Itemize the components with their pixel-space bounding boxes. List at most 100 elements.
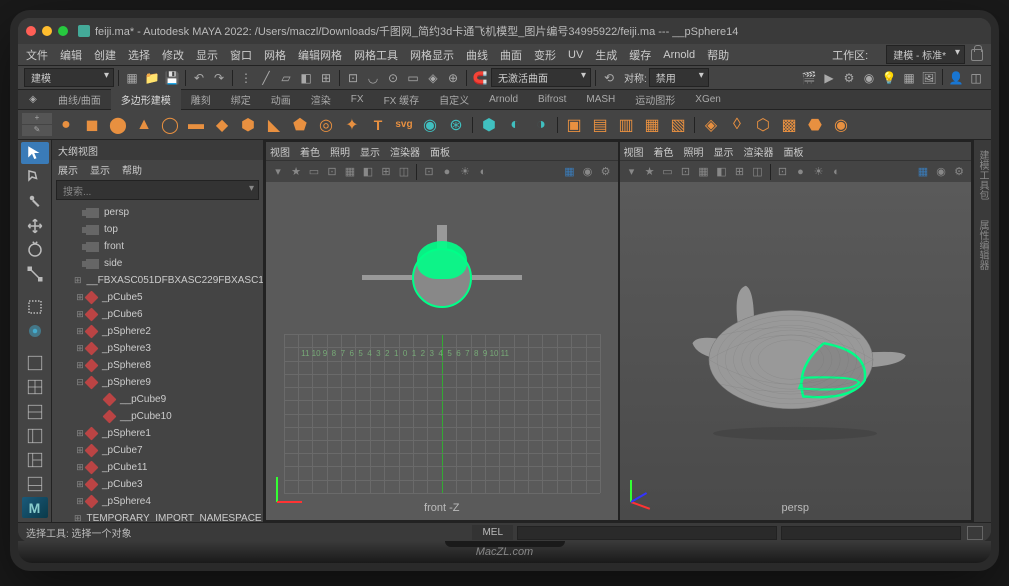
retopo-icon[interactable]: ⬡ <box>751 113 775 137</box>
render-view-icon[interactable]: 🖼 <box>920 69 938 87</box>
mel-label[interactable]: MEL <box>472 525 513 540</box>
poly-pyramid-icon[interactable]: ◣ <box>262 113 286 137</box>
shelf-tab-mash[interactable]: MASH <box>576 91 625 108</box>
command-input[interactable] <box>517 526 777 540</box>
target-weld-icon[interactable]: ▧ <box>666 113 690 137</box>
bridge-icon[interactable]: ▤ <box>588 113 612 137</box>
live-surface-icon[interactable]: 🧲 <box>471 69 489 87</box>
vp2-bookmark-icon[interactable]: ★ <box>642 164 658 180</box>
vp1-image-plane-icon[interactable]: ▭ <box>306 164 322 180</box>
undo-icon[interactable]: ↶ <box>190 69 208 87</box>
vp2-canvas[interactable]: persp <box>620 182 972 520</box>
vp2-menu-panels[interactable]: 面板 <box>784 144 804 159</box>
menu-help[interactable]: 帮助 <box>707 47 729 63</box>
symmetry-dropdown[interactable]: 禁用 <box>649 68 709 87</box>
outliner-menu-display[interactable]: 展示 <box>58 162 78 177</box>
shelf-add-icon[interactable]: + <box>22 113 52 124</box>
ipr-icon[interactable]: ▶ <box>820 69 838 87</box>
poly-cube-icon[interactable]: ◼ <box>80 113 104 137</box>
vp1-menu-show[interactable]: 显示 <box>360 144 380 159</box>
tree-item[interactable]: ⊞__FBXASC051DFBXASC229FBXASC1... <box>52 272 263 289</box>
vp2-xray-icon[interactable]: ▦ <box>915 164 931 180</box>
shelf-tab-xgen[interactable]: XGen <box>685 91 731 108</box>
lock-icon[interactable] <box>971 49 983 61</box>
menu-cache[interactable]: 缓存 <box>629 47 651 63</box>
select-object-icon[interactable]: ◧ <box>297 69 315 87</box>
account-icon[interactable]: 👤 <box>947 69 965 87</box>
tree-item[interactable]: __pCube10 <box>52 408 263 425</box>
render-setup-icon[interactable]: ▦ <box>900 69 918 87</box>
outliner-search-input[interactable]: 搜索... <box>56 180 259 200</box>
two-pane-v-icon[interactable] <box>21 401 49 423</box>
poly-disc-icon[interactable]: ◆ <box>210 113 234 137</box>
vp1-lights-icon[interactable]: ☀ <box>457 164 473 180</box>
menu-select[interactable]: 选择 <box>128 47 150 63</box>
menu-arnold[interactable]: Arnold <box>663 49 695 61</box>
shelf-tab-curves[interactable]: 曲线/曲面 <box>48 89 111 110</box>
mirror-icon[interactable]: ◊ <box>725 113 749 137</box>
menu-window[interactable]: 窗口 <box>230 47 252 63</box>
snap-curve-icon[interactable]: ◡ <box>364 69 382 87</box>
menu-file[interactable]: 文件 <box>26 47 48 63</box>
vp2-menu-lighting[interactable]: 照明 <box>684 144 704 159</box>
close-window-button[interactable] <box>26 26 36 36</box>
snap-center-icon[interactable]: ⊕ <box>444 69 462 87</box>
new-scene-icon[interactable]: ▦ <box>123 69 141 87</box>
vp2-menu-view[interactable]: 视图 <box>624 144 644 159</box>
vp2-film-gate-icon[interactable]: ⊡ <box>678 164 694 180</box>
vp1-wireframe-icon[interactable]: ⊡ <box>421 164 437 180</box>
snap-live-icon[interactable]: ◈ <box>424 69 442 87</box>
snap-point-icon[interactable]: ⊙ <box>384 69 402 87</box>
select-tool[interactable] <box>21 142 49 164</box>
tree-item[interactable]: ⊟_pSphere9 <box>52 374 263 391</box>
vp2-menu-show[interactable]: 显示 <box>714 144 734 159</box>
tree-item[interactable]: ⊞_pCube3 <box>52 476 263 493</box>
vp1-smooth-shade-icon[interactable]: ● <box>439 164 455 180</box>
poly-prism-icon[interactable]: ⬟ <box>288 113 312 137</box>
vp1-menu-lighting[interactable]: 照明 <box>330 144 350 159</box>
poly-type-icon[interactable]: T <box>366 113 390 137</box>
vp1-xray-icon[interactable]: ▦ <box>562 164 578 180</box>
vp1-bookmark-icon[interactable]: ★ <box>288 164 304 180</box>
multicut-icon[interactable]: ▦ <box>640 113 664 137</box>
poly-cylinder-icon[interactable]: ⬤ <box>106 113 130 137</box>
vp2-camera-select-icon[interactable]: ▾ <box>624 164 640 180</box>
select-face-icon[interactable]: ▱ <box>277 69 295 87</box>
vp1-resolution-gate-icon[interactable]: ▦ <box>342 164 358 180</box>
tree-item[interactable]: __pCube9 <box>52 391 263 408</box>
select-edge-icon[interactable]: ╱ <box>257 69 275 87</box>
menu-edit[interactable]: 编辑 <box>60 47 82 63</box>
tree-item[interactable]: top <box>52 221 263 238</box>
persp-outliner-icon[interactable] <box>21 449 49 471</box>
vp1-menu-panels[interactable]: 面板 <box>430 144 450 159</box>
shelf-tab-animation[interactable]: 动画 <box>261 89 301 110</box>
paint-select-tool[interactable] <box>21 190 49 212</box>
poly-svg-icon[interactable]: svg <box>392 113 416 137</box>
smooth-icon[interactable]: ◈ <box>699 113 723 137</box>
tree-item[interactable]: ⊞_pSphere1 <box>52 425 263 442</box>
render-icon[interactable]: 🎬 <box>800 69 818 87</box>
menu-mesh-tools[interactable]: 网格工具 <box>354 47 398 63</box>
vp2-resolution-gate-icon[interactable]: ▦ <box>696 164 712 180</box>
shelf-menu-icon[interactable]: ◈ <box>18 94 48 105</box>
tree-item[interactable]: ⊞_pSphere8 <box>52 357 263 374</box>
menu-display[interactable]: 显示 <box>196 47 218 63</box>
menu-create[interactable]: 创建 <box>94 47 116 63</box>
vp2-wireframe-icon[interactable]: ⊡ <box>775 164 791 180</box>
menu-modify[interactable]: 修改 <box>162 47 184 63</box>
menu-mesh[interactable]: 网格 <box>264 47 286 63</box>
hypershade-layout-icon[interactable] <box>21 473 49 495</box>
toolbox-icon[interactable]: ◫ <box>967 69 985 87</box>
tree-item[interactable]: ⊞_pCube6 <box>52 306 263 323</box>
boolean-diff-icon[interactable]: ◐ <box>503 113 527 137</box>
rotate-tool[interactable] <box>21 239 49 261</box>
shelf-tab-rigging[interactable]: 绑定 <box>221 89 261 110</box>
sculpt-icon[interactable]: ⬣ <box>803 113 827 137</box>
single-pane-icon[interactable] <box>21 352 49 374</box>
quad-draw-icon[interactable]: ▩ <box>777 113 801 137</box>
script-editor-icon[interactable] <box>967 526 983 540</box>
tree-item[interactable]: persp <box>52 204 263 221</box>
save-scene-icon[interactable]: 💾 <box>163 69 181 87</box>
tree-item[interactable]: ⊞_pSphere2 <box>52 323 263 340</box>
select-vertex-icon[interactable]: ⋮ <box>237 69 255 87</box>
